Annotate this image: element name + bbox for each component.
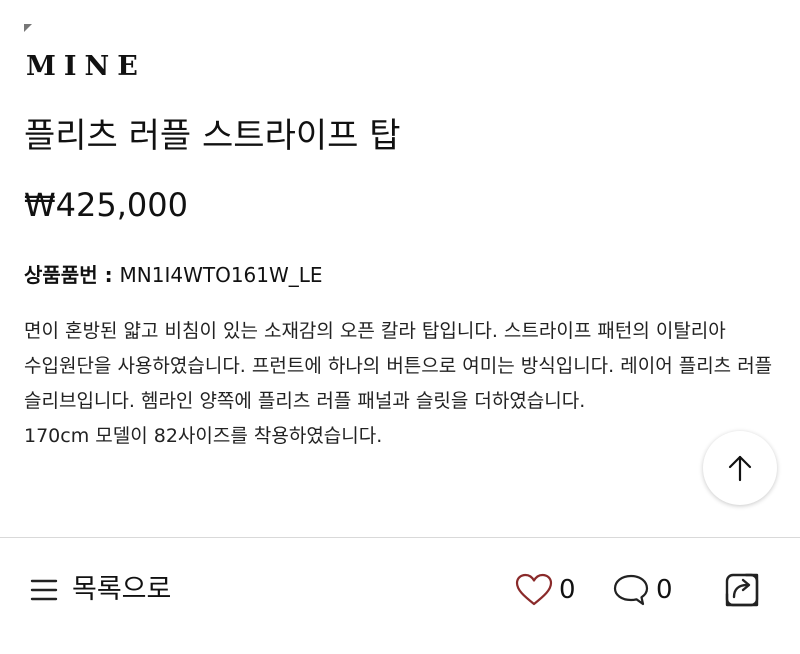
back-to-list-label: 목록으로 xyxy=(72,574,172,605)
scroll-to-top-button[interactable] xyxy=(703,431,777,505)
heart-icon xyxy=(515,573,553,606)
back-to-list-button[interactable]: 목록으로 xyxy=(30,570,171,610)
description-paragraph: 면이 혼방된 얇고 비침이 있는 소재감의 오픈 칼라 탑입니다. 스트라이프 … xyxy=(24,320,773,412)
menu-icon xyxy=(30,579,58,601)
corner-triangle-icon xyxy=(24,24,32,32)
brand-logo: MINE xyxy=(26,51,146,82)
speech-bubble-icon xyxy=(613,574,649,606)
arrow-up-icon xyxy=(728,455,752,482)
like-count: 0 xyxy=(559,575,576,605)
product-price: ₩425,000 xyxy=(24,186,188,224)
product-code-label: 상품품번 : xyxy=(24,263,120,287)
share-icon xyxy=(725,573,759,607)
product-title: 플리츠 러플 스트라이프 탑 xyxy=(24,116,401,156)
comment-count: 0 xyxy=(656,575,673,605)
product-detail-page: MINE 플리츠 러플 스트라이프 탑 ₩425,000 상품품번 : MN1I… xyxy=(0,0,800,654)
comment-button[interactable]: 0 xyxy=(612,570,673,610)
product-code-value: MN1I4WTO161W_LE xyxy=(119,263,323,287)
product-code-row: 상품품번 : MN1I4WTO161W_LE xyxy=(24,260,323,290)
like-button[interactable]: 0 xyxy=(515,570,576,610)
product-description: 면이 혼방된 얇고 비침이 있는 소재감의 오픈 칼라 탑입니다. 스트라이프 … xyxy=(24,314,779,454)
share-button[interactable] xyxy=(722,570,762,610)
description-paragraph: 170cm 모델이 82사이즈를 착용하였습니다. xyxy=(24,425,383,447)
section-divider xyxy=(0,537,800,538)
bottom-action-bar: 목록으로 0 0 xyxy=(0,560,800,620)
